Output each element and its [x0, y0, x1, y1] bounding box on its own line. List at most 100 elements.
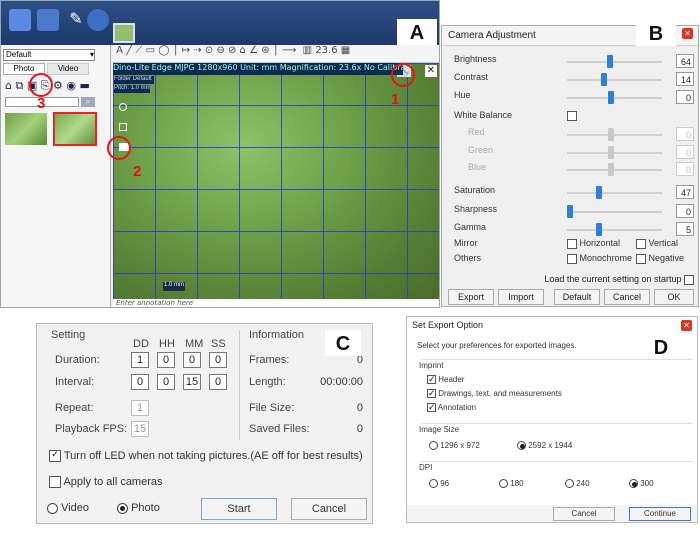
gallery-thumbnail[interactable] [5, 113, 47, 145]
load-setting-option[interactable]: Load the current setting on startup [544, 274, 694, 285]
cancel-button[interactable]: Cancel [553, 507, 615, 521]
dpi-300-radio[interactable]: 300 [629, 479, 654, 489]
apply-all-cameras-option[interactable]: Apply to all cameras [49, 476, 163, 489]
continue-button[interactable]: Continue [629, 507, 691, 521]
default-button[interactable]: Default [554, 289, 600, 305]
repeat-input[interactable]: 1 [131, 400, 149, 416]
file-size-value: 0 [356, 402, 363, 414]
panel-b-camera-adjustment: Camera Adjustment Brightness 64 Contrast 14… [441, 25, 699, 307]
drawing-toolbar[interactable]: A ╱ ⟋ ▭ ◯ │ ↦ ⇢ ⊙ ⊖ ⊘ ⌂ ∠ ⊛ │ ⟶ ▥ 23.6 ▦ [113, 45, 439, 63]
pan-tool-icon[interactable] [119, 123, 127, 131]
image-size-heading: Image Size [419, 425, 460, 434]
record-icon[interactable] [37, 9, 59, 31]
live-view-thumbnail-button[interactable] [113, 23, 135, 43]
cancel-button[interactable]: Cancel [604, 289, 650, 305]
duration-hh[interactable]: 0 [157, 352, 175, 368]
duration-dd[interactable]: 1 [131, 352, 149, 368]
slider-handle[interactable] [567, 205, 573, 218]
slider-track[interactable] [567, 97, 662, 99]
zoom-tool-icon[interactable] [119, 103, 127, 111]
negative-option[interactable]: Negative [636, 253, 684, 264]
interval-mm[interactable]: 15 [183, 374, 201, 390]
slider-track[interactable] [567, 229, 662, 231]
adjust-value-field[interactable]: 0 [676, 127, 694, 141]
monochrome-option[interactable]: Monochrome [567, 253, 632, 264]
interval-dd[interactable]: 0 [131, 374, 149, 390]
close-icon[interactable]: ✕ [682, 28, 693, 39]
adjust-value-field[interactable]: 47 [676, 185, 694, 199]
slider-track[interactable] [567, 211, 662, 213]
callout-number-1: 1 [391, 91, 400, 108]
setting-heading: Setting [51, 329, 86, 341]
start-button[interactable]: Start [201, 498, 277, 520]
led-off-option[interactable]: Turn off LED when not taking pictures.(A… [49, 450, 363, 463]
drawings-option[interactable]: Drawings, text, and measurements [427, 389, 562, 399]
slider-track[interactable] [567, 134, 662, 136]
adjust-value-field[interactable]: 0 [676, 204, 694, 218]
adjust-label: Saturation [454, 185, 496, 195]
slider-handle[interactable] [607, 55, 614, 68]
annotation-option[interactable]: Annotation [427, 403, 476, 413]
frames-label: Frames: [249, 354, 290, 366]
adjust-value-field[interactable]: 64 [676, 54, 694, 68]
cancel-button[interactable]: Cancel [291, 498, 367, 520]
close-icon[interactable]: ✕ [681, 320, 692, 331]
others-row: Others Monochrome Negative [454, 253, 685, 264]
duration-ss[interactable]: 0 [209, 352, 227, 368]
slider-handle[interactable] [607, 91, 614, 104]
dpi-96-radio[interactable]: 96 [429, 479, 449, 489]
vertical-option[interactable]: Vertical [636, 238, 678, 249]
horizontal-option[interactable]: Horizontal [567, 238, 620, 249]
annotation-input[interactable]: Enter annotation here [113, 299, 439, 307]
panel-label-d: D [643, 335, 679, 359]
slider-track[interactable] [567, 192, 662, 194]
adjust-row-red: Red 0 [454, 127, 694, 143]
col-header-mm: MM [185, 338, 204, 350]
camera-select[interactable]: Default ▾ [3, 49, 95, 61]
duration-mm[interactable]: 0 [183, 352, 201, 368]
capture-icon[interactable] [9, 9, 31, 31]
dpi-180-radio[interactable]: 180 [499, 479, 524, 489]
intro-text: Select your preferences for exported ima… [417, 341, 577, 350]
sidebar: Default ▾ Photo Video ⌂ ⧉ ▣ ⎘ ⚙ ◉ ▬ ⌕ [1, 45, 111, 307]
slider-track[interactable] [567, 152, 662, 154]
gallery-thumbnail-selected[interactable] [53, 112, 97, 146]
length-value: 00:00:00 [320, 376, 363, 388]
import-button[interactable]: Import [498, 289, 544, 305]
slider-handle[interactable] [600, 73, 607, 86]
video-radio[interactable]: Video [47, 502, 89, 514]
imprint-heading: Imprint [419, 361, 444, 370]
export-button[interactable]: Export [448, 289, 494, 305]
slider-track[interactable] [567, 169, 662, 171]
dpi-240-radio[interactable]: 240 [565, 479, 590, 489]
photo-radio[interactable]: Photo [117, 502, 160, 514]
size-1296-radio[interactable]: 1296 x 972 [429, 441, 480, 451]
header-option[interactable]: Header [427, 375, 464, 385]
adjust-value-field[interactable]: 5 [676, 222, 694, 236]
interval-hh[interactable]: 0 [157, 374, 175, 390]
search-icon[interactable]: ⌕ [81, 97, 95, 107]
main-toolbar: ✎ [1, 1, 439, 45]
ok-button[interactable]: OK [654, 289, 694, 305]
measure-icon[interactable]: ✎ [65, 9, 87, 31]
adjust-value-field[interactable]: 0 [676, 145, 694, 159]
close-icon[interactable]: ✕ [425, 65, 437, 77]
slider-track[interactable] [567, 79, 662, 81]
gallery-toolbar[interactable]: ⌂ ⧉ ▣ ⎘ ⚙ ◉ ▬ [5, 79, 105, 93]
slider-handle[interactable] [607, 146, 614, 159]
slider-handle[interactable] [596, 186, 603, 199]
slider-handle[interactable] [607, 128, 614, 141]
white-balance-checkbox[interactable] [567, 111, 577, 121]
slider-handle[interactable] [607, 163, 614, 176]
zoom-value: 23.6 [315, 45, 338, 56]
slider-track[interactable] [567, 61, 662, 63]
playback-fps-input[interactable]: 15 [131, 421, 149, 437]
adjust-value-field[interactable]: 0 [676, 90, 694, 104]
adjust-value-field[interactable]: 14 [676, 72, 694, 86]
slider-handle[interactable] [596, 223, 603, 236]
settings-icon[interactable] [87, 9, 109, 31]
size-2592-radio[interactable]: 2592 x 1944 [517, 441, 572, 451]
interval-ss[interactable]: 0 [209, 374, 227, 390]
tab-video[interactable]: Video [47, 63, 89, 75]
adjust-value-field[interactable]: 0 [676, 162, 694, 176]
